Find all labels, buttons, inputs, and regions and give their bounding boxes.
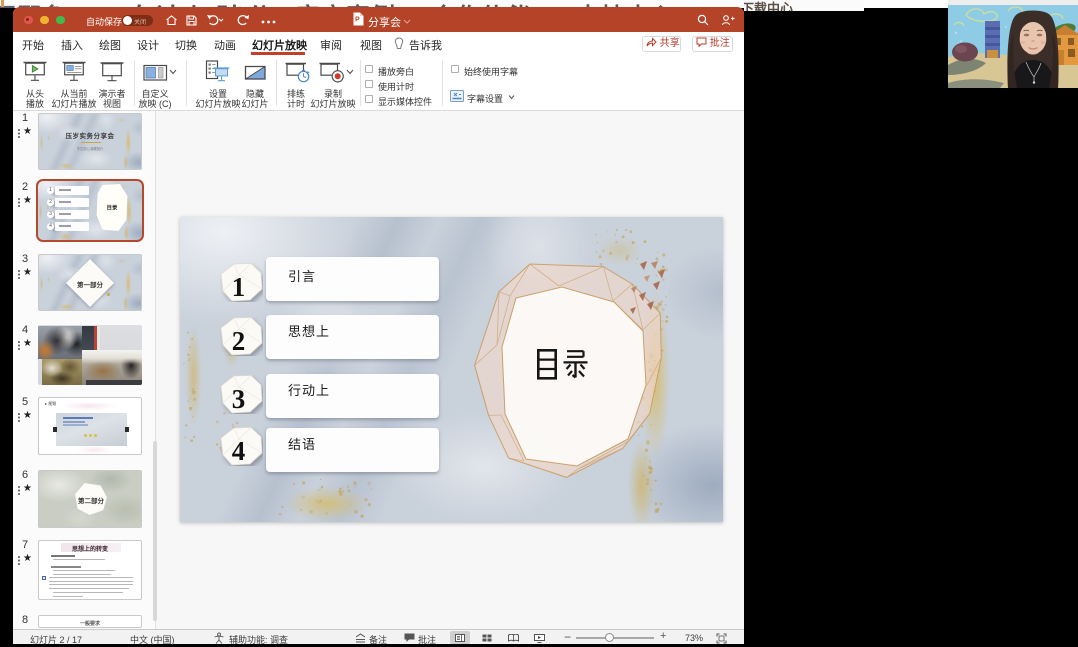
svg-text:P: P xyxy=(355,17,360,24)
